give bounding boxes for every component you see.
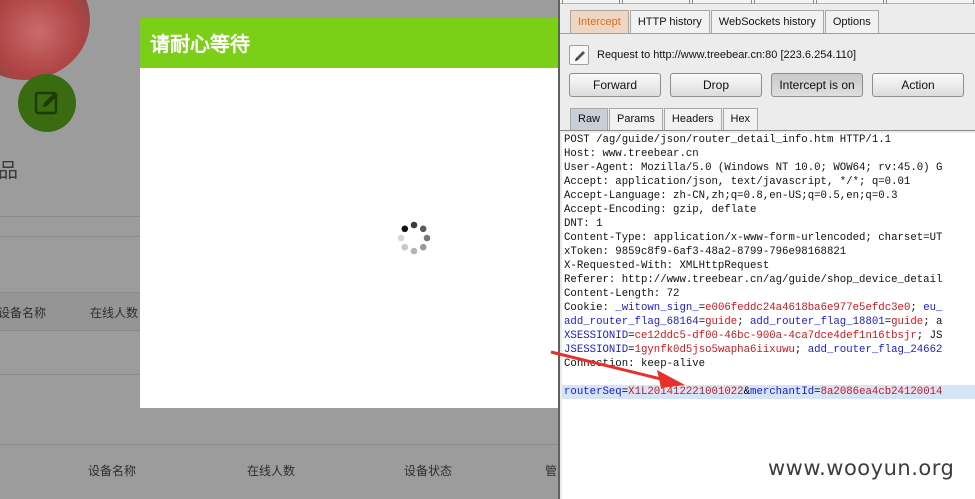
request-line: DNT: 1 [564,218,603,230]
request-line: Host: www.treebear.cn [564,148,699,160]
cookie-key: _witown_sign_ [615,302,699,314]
request-line: Accept-Encoding: gzip, deflate [564,204,757,216]
request-line: Referer: http://www.treebear.cn/ag/guide… [564,274,943,286]
tab-websockets-history[interactable]: WebSockets history [710,10,824,33]
section-heading: 品 [0,158,18,182]
tab-raw[interactable]: Raw [570,108,609,130]
tab-options[interactable]: Options [824,10,879,33]
edit-request-button[interactable] [569,45,589,65]
divider [560,130,975,131]
message-tabs: Raw Params Headers Hex [570,108,759,130]
param-value: 8a2086ea4cb24120014 [820,386,943,398]
request-line: Content-Type: application/x-www-form-url… [564,232,943,244]
cookie-separator: ; a [923,316,943,328]
cookie-value: guide [705,316,738,328]
divider [560,33,975,34]
cookie-separator: ; [910,302,924,314]
cookie-key: add_router_flag_68164 [564,316,699,328]
avatar [0,0,90,80]
divider [0,444,560,445]
forward-button[interactable]: Forward [569,73,661,97]
raw-request-editor[interactable]: POST /ag/guide/json/router_detail_info.h… [562,133,975,499]
request-line: User-Agent: Mozilla/5.0 (Windows NT 10.0… [564,162,943,174]
action-button[interactable]: Action [872,73,964,97]
modal-title: 请耐心等待 [140,18,560,68]
param-key: merchantId [750,386,815,398]
request-target-label: Request to http://www.treebear.cn:80 [22… [597,49,857,61]
edit-avatar-button[interactable] [18,74,76,132]
cookie-key: add_router_flag_18801 [750,316,885,328]
top-tab[interactable] [754,0,814,4]
table-header-manage: 管 [545,464,558,478]
table-header-device-name: 设备名称 [88,464,137,478]
edit-icon [34,91,58,115]
cookie-value: guide [891,316,924,328]
burp-proxy-panel: Intercept HTTP history WebSockets histor… [558,0,975,499]
cookie-key: add_router_flag_24662 [807,344,943,356]
request-line: Accept-Language: zh-CN,zh;q=0.8,en-US;q=… [564,190,898,202]
tab-http-history[interactable]: HTTP history [629,10,710,33]
table-header-device-name: 设备名称 [0,306,47,320]
top-tab-strip [560,0,975,4]
request-line: X-Requested-With: XMLHttpRequest [564,260,770,272]
cookie-line: Cookie: _witown_sign_=e006feddc24a4618ba… [564,302,943,314]
annotation-arrow-icon [550,350,685,388]
tab-headers[interactable]: Headers [663,108,722,130]
cookie-separator: ; JS [916,330,943,342]
proxy-subtabs: Intercept HTTP history WebSockets histor… [570,10,880,33]
request-line: Accept: application/json, text/javascrip… [564,176,911,188]
tab-hex[interactable]: Hex [722,108,759,130]
top-tab[interactable] [622,0,690,4]
watermark: www.wooyun.org [768,456,955,480]
request-line: Content-Length: 72 [564,288,680,300]
cookie-label: Cookie: [564,302,616,314]
table-header-online-count: 在线人数 [90,306,139,320]
cookie-line: add_router_flag_68164=guide; add_router_… [564,316,943,328]
loading-modal: 请耐心等待 [140,18,560,408]
request-line: xToken: 9859c8f9-6af3-48a2-8799-796e9816… [564,246,847,258]
tab-intercept[interactable]: Intercept [570,10,629,33]
intercept-toggle-button[interactable]: Intercept is on [771,73,863,97]
table-header-online-count: 在线人数 [247,464,296,478]
tab-params[interactable]: Params [609,108,663,130]
top-tab[interactable] [692,0,752,4]
drop-button[interactable]: Drop [670,73,762,97]
pencil-icon [575,51,585,61]
cookie-key: eu_ [923,302,943,314]
top-tab[interactable] [562,0,620,4]
cookie-value: e006feddc24a4618ba6e977e5efdc3e0 [705,302,911,314]
cookie-separator: ; [794,344,808,356]
request-line: POST /ag/guide/json/router_detail_info.h… [564,134,892,146]
cookie-separator: ; [737,316,751,328]
top-tab[interactable] [886,0,974,4]
top-tab[interactable] [816,0,884,4]
table-header-device-status: 设备状态 [404,464,453,478]
loading-spinner-icon [397,221,431,255]
